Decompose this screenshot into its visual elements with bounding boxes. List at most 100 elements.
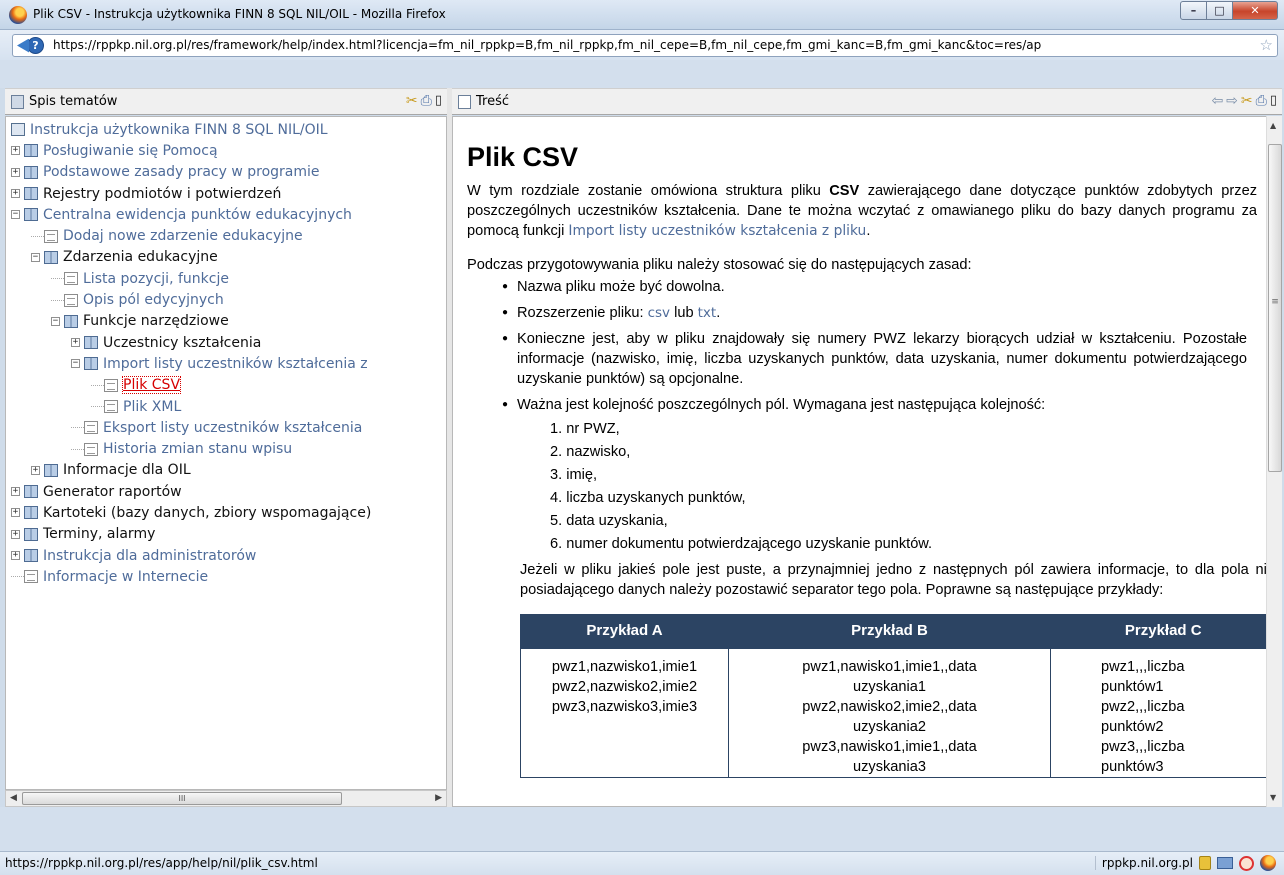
toc-item[interactable]: Opis pól edycyjnych [6, 289, 446, 310]
scrollbar-thumb[interactable]: III [22, 792, 342, 805]
toc-item[interactable]: Instrukcja użytkownika FINN 8 SQL NIL/OI… [6, 119, 446, 140]
maximize-pane-icon[interactable]: ▯ [1270, 93, 1277, 109]
page-icon [64, 293, 78, 307]
toc-pane-header: Spis tematów ✂ ⎙ ▯ [5, 88, 447, 115]
toc-item[interactable]: − Funkcje narzędziowe [6, 311, 446, 332]
toc-item[interactable]: + Generator raportów [6, 481, 446, 502]
toc-item[interactable]: + Terminy, alarmy [6, 524, 446, 545]
toc-horizontal-scrollbar[interactable]: ◀ III ▶ [5, 790, 447, 807]
back-icon[interactable]: ⇦ [1211, 93, 1223, 109]
minimize-button[interactable]: – [1180, 1, 1207, 20]
toc-item[interactable]: + Uczestnicy kształcenia [6, 332, 446, 353]
toc-item-label[interactable]: Instrukcja dla administratorów [43, 548, 256, 564]
toc-item[interactable]: − Import listy uczestników kształcenia z [6, 353, 446, 374]
toc-item-label[interactable]: Funkcje narzędziowe [83, 313, 229, 329]
page-icon [104, 378, 118, 392]
scroll-right-icon[interactable]: ▶ [435, 793, 442, 803]
sync-toc-icon[interactable]: ✂ [1241, 93, 1253, 109]
site-identity-button[interactable]: ? [13, 35, 51, 56]
scroll-left-icon[interactable]: ◀ [10, 793, 17, 803]
toc-item[interactable]: + Podstawowe zasady pracy w programie [6, 162, 446, 183]
bookmark-star-icon[interactable]: ☆ [1260, 36, 1273, 54]
collapse-icon[interactable]: − [71, 359, 80, 369]
scroll-down-icon[interactable]: ▼ [1270, 793, 1276, 802]
mail-icon[interactable] [1217, 857, 1233, 869]
csv-link[interactable]: csv [648, 305, 670, 321]
toc-item-label[interactable]: Podstawowe zasady pracy w programie [43, 164, 320, 180]
maximize-pane-icon[interactable]: ▯ [435, 93, 442, 109]
content-vertical-scrollbar[interactable]: ▲ ≡ ▼ [1266, 116, 1282, 807]
page-icon [24, 570, 38, 584]
cell-line: punktów1 [1101, 678, 1164, 695]
expand-icon[interactable]: + [11, 487, 20, 497]
expand-icon[interactable]: + [11, 529, 20, 539]
toc-item-label[interactable]: Posługiwanie się Pomocą [43, 143, 218, 159]
status-domain[interactable]: rppkp.nil.org.pl [1094, 856, 1193, 870]
expand-icon[interactable]: + [11, 189, 20, 199]
toc-item-label[interactable]: Opis pól edycyjnych [83, 292, 224, 308]
toc-item[interactable]: Plik XML [6, 396, 446, 417]
toc-item[interactable]: Dodaj nowe zdarzenie edukacyjne [6, 225, 446, 246]
expand-icon[interactable]: + [11, 167, 20, 177]
toc-item-label[interactable]: Plik CSV [121, 376, 182, 395]
table-cell: pwz1,,,liczba punktów1 pwz2,,,liczba pun… [1050, 647, 1266, 778]
expand-icon[interactable]: + [11, 146, 20, 156]
popup-blocked-icon[interactable] [1239, 855, 1254, 871]
toc-item-label[interactable]: Generator raportów [43, 484, 182, 500]
order-item: 5. data uzyskania, [550, 513, 668, 529]
toc-item-label[interactable]: Terminy, alarmy [43, 526, 155, 542]
toc-item[interactable]: Informacje w Internecie [6, 566, 446, 587]
close-button[interactable]: ✕ [1233, 1, 1278, 20]
collapse-icon[interactable]: − [11, 210, 20, 220]
expand-icon[interactable]: + [11, 551, 20, 561]
maximize-button[interactable]: □ [1207, 1, 1233, 20]
txt-link[interactable]: txt [698, 305, 717, 321]
url-text[interactable]: https://rppkp.nil.org.pl/res/framework/h… [53, 38, 1251, 52]
toc-item-label[interactable]: Informacje dla OIL [63, 462, 191, 478]
collapse-icon[interactable]: − [51, 316, 60, 326]
cell-line: pwz2,nawisko2,imie2,,data [802, 698, 977, 715]
expand-icon[interactable]: + [11, 508, 20, 518]
toc-item-label[interactable]: Plik XML [123, 399, 181, 415]
toc-item[interactable]: Lista pozycji, funkcje [6, 268, 446, 289]
book-icon [44, 250, 58, 264]
toc-item-label[interactable]: Centralna ewidencja punktów edukacyjnych [43, 207, 352, 223]
toc-item-label[interactable]: Import listy uczestników kształcenia z [103, 356, 368, 372]
toc-item-label[interactable]: Dodaj nowe zdarzenie edukacyjne [63, 228, 303, 244]
toc-item-label[interactable]: Eksport listy uczestników kształcenia [103, 420, 362, 436]
toc-item[interactable]: + Informacje dla OIL [6, 460, 446, 481]
toc-item-label[interactable]: Kartoteki (bazy danych, zbiory wspomagaj… [43, 505, 371, 521]
toc-item[interactable]: + Kartoteki (bazy danych, zbiory wspomaga… [6, 502, 446, 523]
toc-item-label[interactable]: Zdarzenia edukacyjne [63, 249, 218, 265]
toc-item[interactable]: + Instrukcja dla administratorów [6, 545, 446, 566]
print-icon[interactable]: ⎙ [1256, 93, 1267, 109]
toc-item-label[interactable]: Informacje w Internecie [43, 569, 208, 585]
lock-icon[interactable] [1199, 856, 1211, 870]
forward-icon[interactable]: ⇨ [1226, 93, 1238, 109]
toc-item-label[interactable]: Instrukcja użytkownika FINN 8 SQL NIL/OI… [30, 122, 328, 138]
scroll-up-icon[interactable]: ▲ [1270, 121, 1276, 130]
toc-item[interactable]: Historia zmian stanu wpisu [6, 438, 446, 459]
scrollbar-thumb[interactable]: ≡ [1268, 144, 1282, 472]
firefox-status-icon[interactable] [1260, 855, 1276, 871]
sync-toc-icon[interactable]: ✂ [406, 93, 418, 109]
toc-item[interactable]: Eksport listy uczestników kształcenia [6, 417, 446, 438]
toc-item[interactable]: − Centralna ewidencja punktów edukacyjnyc… [6, 204, 446, 225]
toc-item-label[interactable]: Historia zmian stanu wpisu [103, 441, 292, 457]
toc-item-label[interactable]: Lista pozycji, funkcje [83, 271, 229, 287]
toc-item-label[interactable]: Uczestnicy kształcenia [103, 335, 261, 351]
toc-item[interactable]: + Rejestry podmiotów i potwierdzeń [6, 183, 446, 204]
toc-item[interactable]: + Posługiwanie się Pomocą [6, 140, 446, 161]
toc-item[interactable]: Plik CSV [6, 375, 446, 396]
page-icon [64, 272, 78, 286]
collapse-icon[interactable]: − [31, 252, 40, 262]
page-icon [84, 421, 98, 435]
toc-item-label[interactable]: Rejestry podmiotów i potwierdzeń [43, 186, 281, 202]
print-icon[interactable]: ⎙ [421, 93, 432, 109]
expand-icon[interactable]: + [31, 465, 40, 475]
expand-icon[interactable]: + [71, 338, 80, 348]
book-icon [24, 506, 38, 520]
import-link[interactable]: Import listy uczestników kształcenia z p… [568, 223, 866, 239]
toc-item[interactable]: − Zdarzenia edukacyjne [6, 247, 446, 268]
url-field[interactable]: ? https://rppkp.nil.org.pl/res/framework… [12, 34, 1278, 57]
